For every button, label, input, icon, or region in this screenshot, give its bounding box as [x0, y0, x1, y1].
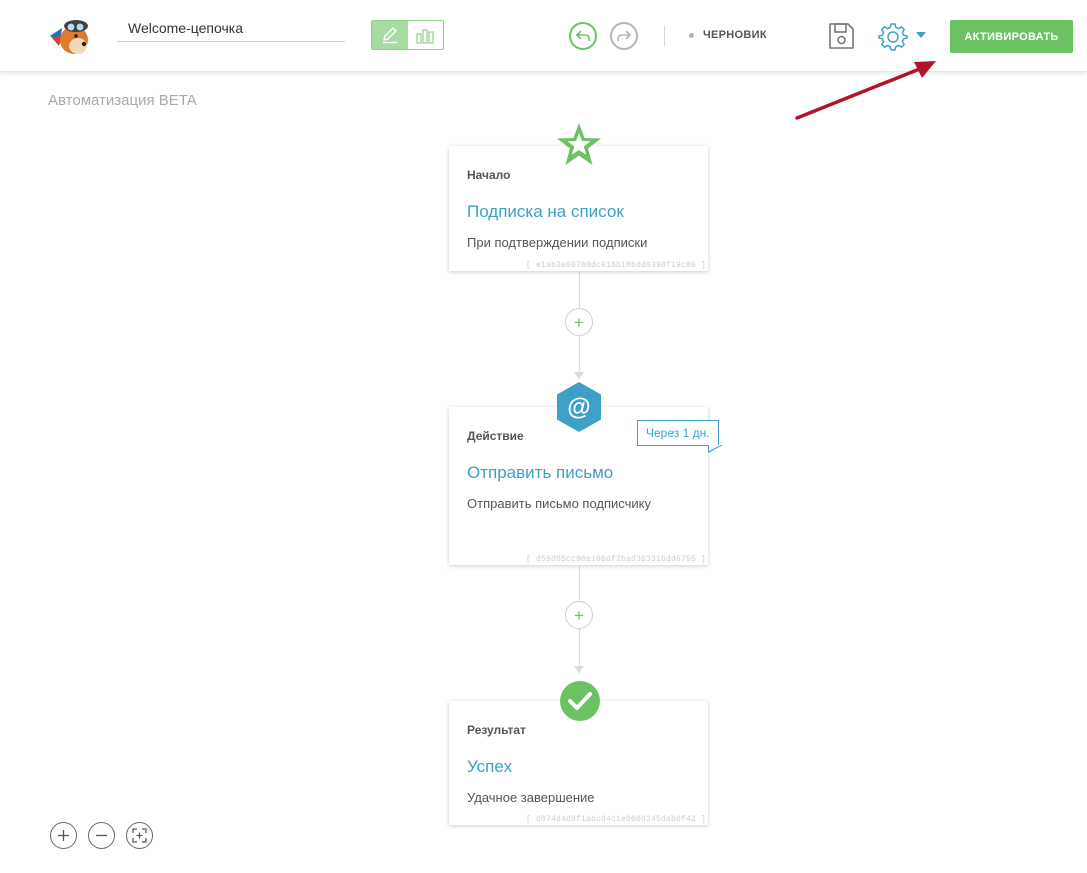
zoom-fit-button[interactable]: [126, 822, 153, 849]
card-name[interactable]: Отправить письмо: [467, 463, 613, 483]
fit-screen-icon: [132, 828, 147, 843]
mode-toggle: [371, 20, 444, 50]
card-kind: Результат: [467, 723, 526, 737]
status-dot: [689, 33, 694, 38]
star-icon: [557, 123, 601, 165]
card-desc: Удачное завершение: [467, 790, 595, 805]
redo-button[interactable]: [610, 22, 638, 50]
pencil-icon: [382, 27, 397, 44]
stats-mode-button[interactable]: [408, 21, 444, 49]
page-title: Автоматизация BETA: [48, 92, 197, 109]
mascot-logo[interactable]: [46, 14, 94, 56]
card-id: [ d074d4d9f1abcd4c1e000d245dab0f42 ]: [525, 815, 706, 824]
delay-tag[interactable]: Через 1 дн.: [637, 420, 719, 446]
card-desc: При подтверждении подписки: [467, 235, 648, 250]
plus-icon: [58, 830, 69, 841]
card-desc: Отправить письмо подписчику: [467, 496, 652, 511]
chevron-down-icon[interactable]: [916, 31, 926, 39]
status-badge: ЧЕРНОВИК: [703, 29, 767, 41]
at-icon: @: [557, 382, 601, 432]
edit-mode-button[interactable]: [372, 21, 408, 49]
add-step-button[interactable]: +: [565, 601, 593, 629]
card-name[interactable]: Успех: [467, 757, 512, 777]
connector-arrow-icon: [574, 372, 584, 379]
activate-button[interactable]: АКТИВИРОВАТЬ: [950, 20, 1073, 53]
card-id: [ e1ab3e667b0dc618b18bdd0398f19c86 ]: [525, 261, 706, 270]
zoom-out-button[interactable]: [88, 822, 115, 849]
card-kind: Действие: [467, 429, 524, 443]
redo-icon: [617, 30, 631, 41]
svg-text:@: @: [567, 394, 590, 421]
annotation-arrow: [795, 61, 936, 120]
connector-arrow-icon: [574, 666, 584, 673]
chain-name-input[interactable]: [117, 14, 345, 42]
card-id: [ d59d05cc90e196df2bad36331bdd5755 ]: [525, 555, 706, 564]
add-step-button[interactable]: +: [565, 308, 593, 336]
toolbar-divider: [664, 26, 665, 46]
undo-icon: [576, 30, 590, 41]
card-kind: Начало: [467, 168, 511, 182]
bar-chart-icon: [416, 29, 434, 44]
zoom-in-button[interactable]: [50, 822, 77, 849]
card-name[interactable]: Подписка на список: [467, 202, 624, 222]
save-icon[interactable]: [827, 21, 855, 51]
delay-tag-tail: [709, 445, 721, 451]
check-icon: [560, 681, 600, 721]
minus-icon: [96, 834, 107, 837]
undo-button[interactable]: [569, 22, 597, 50]
gear-icon[interactable]: [878, 21, 908, 51]
